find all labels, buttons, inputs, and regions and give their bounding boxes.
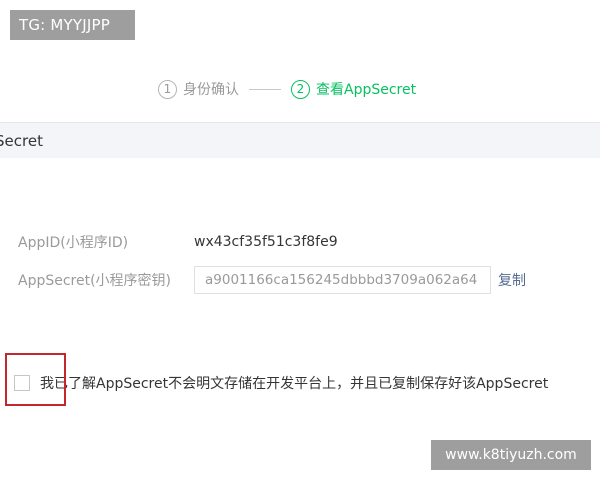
step-number-2: 2 (291, 79, 310, 99)
appsecret-label: AppSecret(小程序密钥) (18, 273, 172, 289)
appid-value: wx43cf35f51c3f8fe9 (194, 234, 338, 250)
step-identity-confirm: 1 身份确认 (158, 79, 239, 99)
watermark-top: TG: MYYJJPP (10, 10, 135, 40)
appsecret-row: AppSecret(小程序密钥) a9001166ca156245dbbbd37… (18, 266, 526, 294)
agreement-text: 我已了解AppSecret不会明文存储在开发平台上，并且已复制保存好该AppSe… (40, 376, 549, 392)
section-title: Secret (0, 132, 43, 150)
step-indicator: 1 身份确认 2 查看AppSecret (158, 78, 416, 100)
copy-button[interactable]: 复制 (498, 270, 526, 290)
step-label-1: 身份确认 (183, 82, 239, 98)
highlight-box (5, 353, 66, 406)
step-label-2: 查看AppSecret (316, 82, 417, 98)
section-header: Secret (0, 122, 600, 158)
step-connector (249, 88, 281, 90)
watermark-bottom: www.k8tiyuzh.com (431, 440, 591, 470)
step-view-appsecret: 2 查看AppSecret (291, 79, 416, 99)
step-number-1: 1 (158, 79, 177, 99)
appsecret-field[interactable]: a9001166ca156245dbbbd3709a062a64 (194, 266, 491, 294)
appid-label: AppID(小程序ID) (18, 235, 129, 251)
appid-row: AppID(小程序ID) wx43cf35f51c3f8fe9 (18, 232, 338, 252)
agreement-row[interactable]: 我已了解AppSecret不会明文存储在开发平台上，并且已复制保存好该AppSe… (14, 374, 548, 392)
